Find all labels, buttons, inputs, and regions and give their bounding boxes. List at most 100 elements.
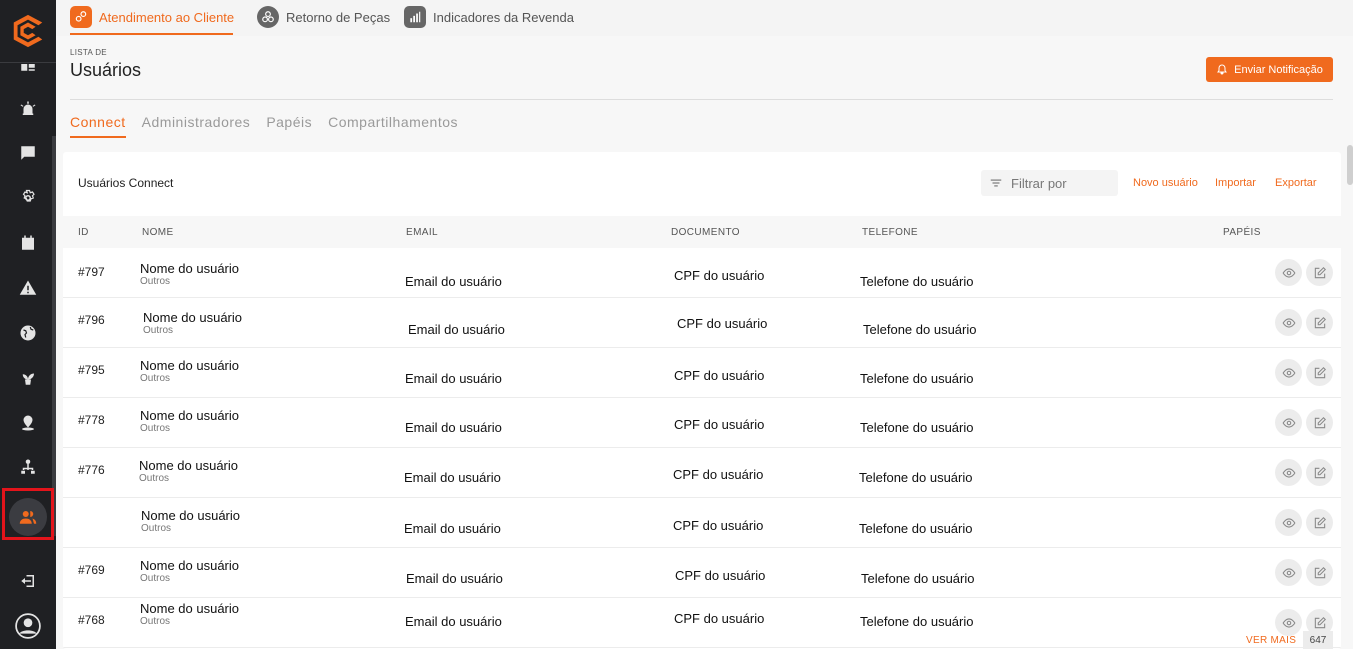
eye-icon [1282, 467, 1295, 478]
tab-retorno-de-pecas[interactable]: Retorno de Peças [257, 6, 390, 28]
chat-icon[interactable] [16, 141, 40, 165]
user-name: Nome do usuário [140, 261, 239, 276]
user-document: CPF do usuário [673, 467, 764, 482]
view-button[interactable] [1275, 259, 1302, 286]
user-document: CPF do usuário [674, 611, 765, 626]
user-group: Outros [141, 523, 172, 534]
customer-service-icon [70, 6, 92, 28]
user-name: Nome do usuário [140, 601, 239, 616]
user-id: #768 [78, 613, 105, 627]
view-button[interactable] [1275, 559, 1302, 586]
filter-box[interactable] [981, 170, 1118, 196]
column-header-name[interactable]: NOME [142, 227, 174, 238]
table-row[interactable]: #769 Nome do usuário Outros Email do usuári… [63, 548, 1341, 598]
location-icon[interactable] [16, 411, 40, 435]
import-link[interactable]: Importar [1215, 177, 1256, 189]
edit-button[interactable] [1306, 309, 1333, 336]
user-phone: Telefone do usuário [859, 470, 973, 485]
export-link[interactable]: Exportar [1275, 177, 1317, 189]
user-email: Email do usuário [405, 274, 502, 289]
tab-papeis[interactable]: Papéis [266, 114, 312, 138]
top-tabs: Atendimento ao Cliente Retorno de Peças … [56, 0, 1353, 36]
page-title: Usuários [70, 60, 142, 80]
settings-icon[interactable] [16, 186, 40, 210]
view-button[interactable] [1275, 359, 1302, 386]
edit-button[interactable] [1306, 559, 1333, 586]
hierarchy-icon[interactable] [16, 455, 40, 479]
eye-icon [1282, 417, 1295, 428]
edit-button[interactable] [1306, 359, 1333, 386]
header-divider [70, 99, 1333, 100]
tab-indicadores-da-revenda[interactable]: Indicadores da Revenda [404, 6, 574, 28]
logout-icon[interactable] [16, 569, 40, 593]
user-name: Nome do usuário [143, 310, 242, 325]
edit-icon [1314, 516, 1326, 528]
table-row[interactable]: Nome do usuário Outros Email do usuário CPF… [63, 498, 1341, 548]
user-email: Email do usuário [404, 470, 501, 485]
table-row[interactable]: #778 Nome do usuário Outros Email do usuári… [63, 398, 1341, 448]
eye-icon [1282, 317, 1295, 328]
globe-icon[interactable] [16, 321, 40, 345]
alarm-icon[interactable] [16, 97, 40, 121]
parts-return-icon [257, 6, 279, 28]
column-header-document[interactable]: DOCUMENTO [671, 227, 740, 238]
see-more-link[interactable]: VER MAIS [1246, 635, 1296, 646]
table-row[interactable]: #776 Nome do usuário Outros Email do usuári… [63, 448, 1341, 498]
view-button[interactable] [1275, 609, 1302, 636]
edit-button[interactable] [1306, 259, 1333, 286]
user-email: Email do usuário [405, 420, 502, 435]
sidebar [0, 0, 56, 649]
user-id: #778 [78, 413, 105, 427]
main-scrollbar[interactable] [1347, 145, 1353, 185]
user-name: Nome do usuário [140, 408, 239, 423]
user-document: CPF do usuário [675, 568, 766, 583]
edit-button[interactable] [1306, 409, 1333, 436]
view-button[interactable] [1275, 459, 1302, 486]
edit-button[interactable] [1306, 459, 1333, 486]
highlight-box [2, 488, 54, 540]
edit-icon [1314, 466, 1326, 478]
column-header-phone[interactable]: TELEFONE [862, 227, 918, 238]
user-phone: Telefone do usuário [861, 571, 975, 586]
tab-label: Indicadores da Revenda [433, 9, 574, 25]
warning-icon[interactable] [16, 276, 40, 300]
edit-button[interactable] [1306, 509, 1333, 536]
view-button[interactable] [1275, 409, 1302, 436]
page-overline: LISTA DE [70, 48, 107, 57]
user-email: Email do usuário [405, 371, 502, 386]
tab-administradores[interactable]: Administradores [142, 114, 251, 138]
plant-icon[interactable] [16, 366, 40, 390]
user-id: #796 [78, 313, 105, 327]
tab-compartilhamentos[interactable]: Compartilhamentos [328, 114, 458, 138]
column-header-roles: PAPÉIS [1223, 227, 1261, 238]
dashboard-icon[interactable] [16, 52, 40, 76]
send-notification-button[interactable]: Enviar Notificação [1206, 57, 1333, 82]
edit-icon [1314, 366, 1326, 378]
eye-icon [1282, 267, 1295, 278]
table-row[interactable]: #768 Nome do usuário Outros Email do usuári… [63, 598, 1341, 648]
footer-strip [128, 627, 1000, 638]
table-row[interactable]: #796 Nome do usuário Outros Email do usuári… [63, 298, 1341, 348]
filter-input[interactable] [1011, 175, 1111, 191]
column-header-id[interactable]: ID [78, 227, 89, 238]
tab-atendimento-ao-cliente[interactable]: Atendimento ao Cliente [70, 6, 234, 28]
column-header-email[interactable]: EMAIL [406, 227, 438, 238]
table-row[interactable]: #795 Nome do usuário Outros Email do usuári… [63, 348, 1341, 398]
user-id: #776 [78, 463, 105, 477]
user-name: Nome do usuário [140, 558, 239, 573]
new-user-link[interactable]: Novo usuário [1133, 177, 1198, 189]
brand-logo-icon[interactable] [9, 12, 47, 50]
calendar-icon[interactable] [16, 231, 40, 255]
eye-icon [1282, 367, 1295, 378]
user-profile-icon[interactable] [14, 612, 42, 640]
user-name: Nome do usuário [139, 458, 238, 473]
tab-connect[interactable]: Connect [70, 114, 126, 138]
view-button[interactable] [1275, 309, 1302, 336]
table-row[interactable]: #797 Nome do usuário Outros Email do usuári… [63, 248, 1341, 298]
user-document: CPF do usuário [673, 518, 764, 533]
view-button[interactable] [1275, 509, 1302, 536]
eye-icon [1282, 517, 1295, 528]
user-group: Outros [140, 423, 171, 434]
user-email: Email do usuário [408, 322, 505, 337]
user-group: Outros [140, 276, 171, 287]
